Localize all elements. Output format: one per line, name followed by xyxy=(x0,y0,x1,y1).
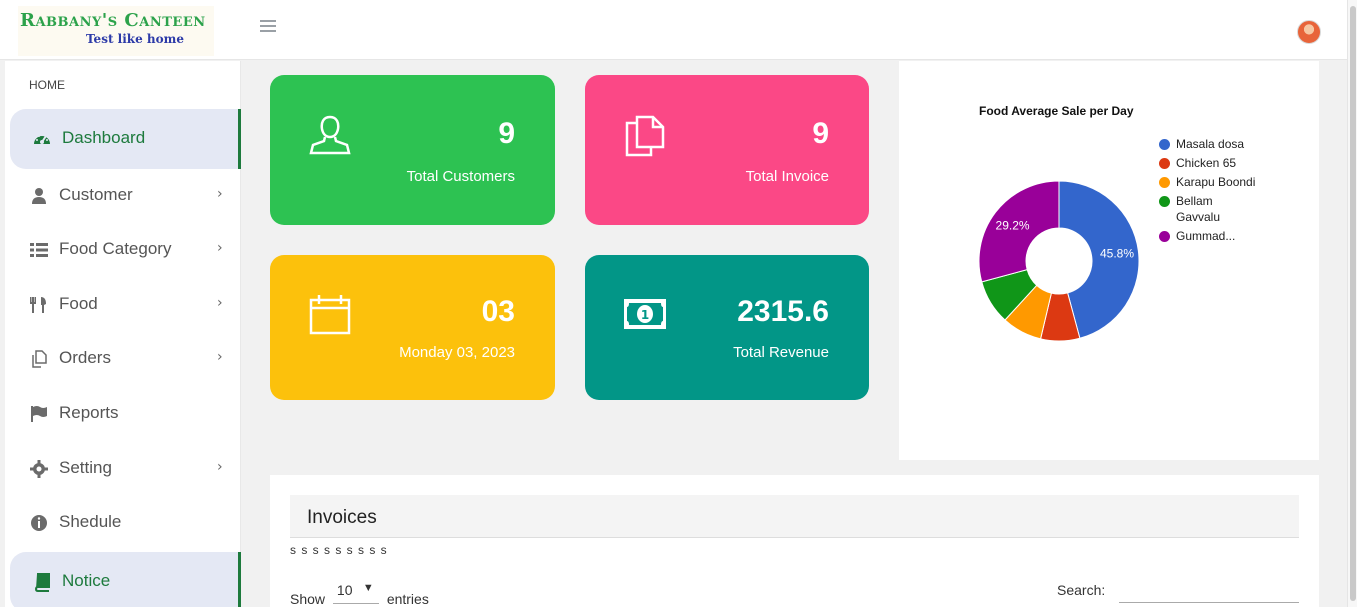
sidebar-section-label: HOME xyxy=(29,78,65,92)
documents-icon xyxy=(625,115,665,157)
money-icon: 1 xyxy=(624,299,666,329)
brand-tagline: Test like home xyxy=(86,32,184,46)
legend-item[interactable]: Karapu Boondi xyxy=(1159,174,1259,190)
sidebar-item-food-category[interactable]: Food Category › xyxy=(5,223,241,277)
invoices-panel: Invoices s s s s s s s s s Show 10 ▼ entr… xyxy=(270,475,1319,607)
brand-title: Rabbany's Canteen xyxy=(20,10,206,31)
entries-length-control: Show 10 ▼ entries xyxy=(290,582,429,607)
stat-value: 2315.6 xyxy=(737,295,829,328)
sidebar-item-label: Reports xyxy=(59,403,119,422)
calendar-icon xyxy=(309,295,351,335)
chevron-right-icon: › xyxy=(217,349,223,365)
gear-icon xyxy=(30,460,48,478)
sidebar-item-reports[interactable]: Reports xyxy=(5,387,241,441)
stat-label: Monday 03, 2023 xyxy=(399,344,515,361)
legend-label: Masala dosa xyxy=(1176,137,1245,151)
sidebar-item-dashboard[interactable]: Dashboard xyxy=(10,109,241,169)
entries-select-value: 10 xyxy=(336,582,353,598)
user-outline-icon xyxy=(309,115,351,155)
invoices-header: Invoices xyxy=(290,495,1299,538)
legend-item[interactable]: Masala dosa xyxy=(1159,136,1259,152)
slice-percent-label: 29.2% xyxy=(996,218,1030,232)
svg-text:1: 1 xyxy=(641,308,649,322)
flag-icon xyxy=(31,406,47,422)
chevron-right-icon: › xyxy=(217,240,223,256)
user-avatar[interactable] xyxy=(1297,20,1321,44)
brand-logo[interactable]: Rabbany's Canteen Test like home xyxy=(18,6,214,56)
stat-label: Total Invoice xyxy=(745,168,829,185)
copy-icon xyxy=(32,350,47,368)
sidebar-item-label: Customer xyxy=(59,185,133,204)
legend-item[interactable]: Bellam Gavvalu xyxy=(1159,193,1259,225)
legend-label: Chicken 65 xyxy=(1176,156,1237,170)
sidebar-item-label: Orders xyxy=(59,348,111,367)
sidebar-item-label: Shedule xyxy=(59,512,122,531)
scrollbar-thumb[interactable] xyxy=(1350,6,1356,601)
sidebar-item-label: Dashboard xyxy=(62,128,146,147)
show-label: Show xyxy=(290,591,326,607)
legend-item[interactable]: Gummad... xyxy=(1159,228,1259,244)
gauge-icon xyxy=(34,135,50,144)
sidebar-item-customer[interactable]: Customer › xyxy=(5,169,241,223)
legend-label: Karapu Boondi xyxy=(1176,175,1256,189)
legend-item[interactable]: Chicken 65 xyxy=(1159,155,1259,171)
entries-select[interactable]: 10 ▼ xyxy=(332,582,379,604)
sidebar-item-label: Notice xyxy=(62,571,111,590)
book-icon xyxy=(34,573,50,592)
legend-label: Gummad... xyxy=(1176,229,1236,243)
entries-label: entries xyxy=(386,591,429,607)
slice-percent-label: 45.8% xyxy=(1100,246,1134,260)
stat-value: 9 xyxy=(498,117,515,150)
legend-swatch xyxy=(1159,139,1170,150)
total-invoice-card[interactable]: 9 Total Invoice xyxy=(585,75,869,225)
sidebar: HOME Dashboard Customer › Food Category … xyxy=(5,61,241,607)
cutlery-icon xyxy=(30,297,46,313)
sidebar-item-shedule[interactable]: Shedule xyxy=(5,496,241,550)
chevron-right-icon: › xyxy=(217,459,223,475)
sidebar-item-label: Food xyxy=(59,294,98,313)
stat-label: Total Revenue xyxy=(733,344,829,361)
stat-value: 9 xyxy=(812,117,829,150)
chart-title: Food Average Sale per Day xyxy=(979,104,1134,118)
list-icon xyxy=(30,243,48,257)
legend-swatch xyxy=(1159,177,1170,188)
chart-legend: Masala dosa Chicken 65 Karapu Boondi Bel… xyxy=(1159,136,1259,247)
legend-swatch xyxy=(1159,158,1170,169)
date-card[interactable]: 03 Monday 03, 2023 xyxy=(270,255,555,400)
chevron-right-icon: › xyxy=(217,295,223,311)
sidebar-item-food[interactable]: Food › xyxy=(5,278,241,332)
sidebar-item-notice[interactable]: Notice xyxy=(10,552,241,607)
stat-value: 03 xyxy=(481,295,515,328)
top-navbar: Rabbany's Canteen Test like home xyxy=(0,0,1357,60)
sidebar-item-orders[interactable]: Orders › xyxy=(5,332,241,386)
legend-swatch xyxy=(1159,231,1170,242)
info-icon xyxy=(31,515,47,531)
chevron-down-icon: ▼ xyxy=(362,582,374,594)
legend-swatch xyxy=(1159,196,1170,207)
sidebar-item-label: Food Category xyxy=(59,239,172,258)
invoices-title: Invoices xyxy=(307,507,377,528)
chevron-right-icon: › xyxy=(217,186,223,202)
invoices-subtitle: s s s s s s s s s xyxy=(290,543,388,557)
total-revenue-card[interactable]: 1 2315.6 Total Revenue xyxy=(585,255,869,400)
legend-label: Bellam Gavvalu xyxy=(1176,194,1221,224)
search-label: Search: xyxy=(1057,582,1106,598)
sidebar-item-label: Setting xyxy=(59,458,112,477)
page-scrollbar[interactable] xyxy=(1347,0,1357,607)
food-sales-chart-panel: Food Average Sale per Day 45.8% 29.2% Mas… xyxy=(899,61,1319,460)
sidebar-item-setting[interactable]: Setting › xyxy=(5,442,241,496)
user-icon xyxy=(32,188,46,204)
menu-toggle-icon[interactable] xyxy=(260,20,276,34)
stat-label: Total Customers xyxy=(406,168,515,185)
total-customers-card[interactable]: 9 Total Customers xyxy=(270,75,555,225)
search-input[interactable] xyxy=(1119,579,1299,603)
donut-chart[interactable]: 45.8% 29.2% xyxy=(969,171,1149,351)
